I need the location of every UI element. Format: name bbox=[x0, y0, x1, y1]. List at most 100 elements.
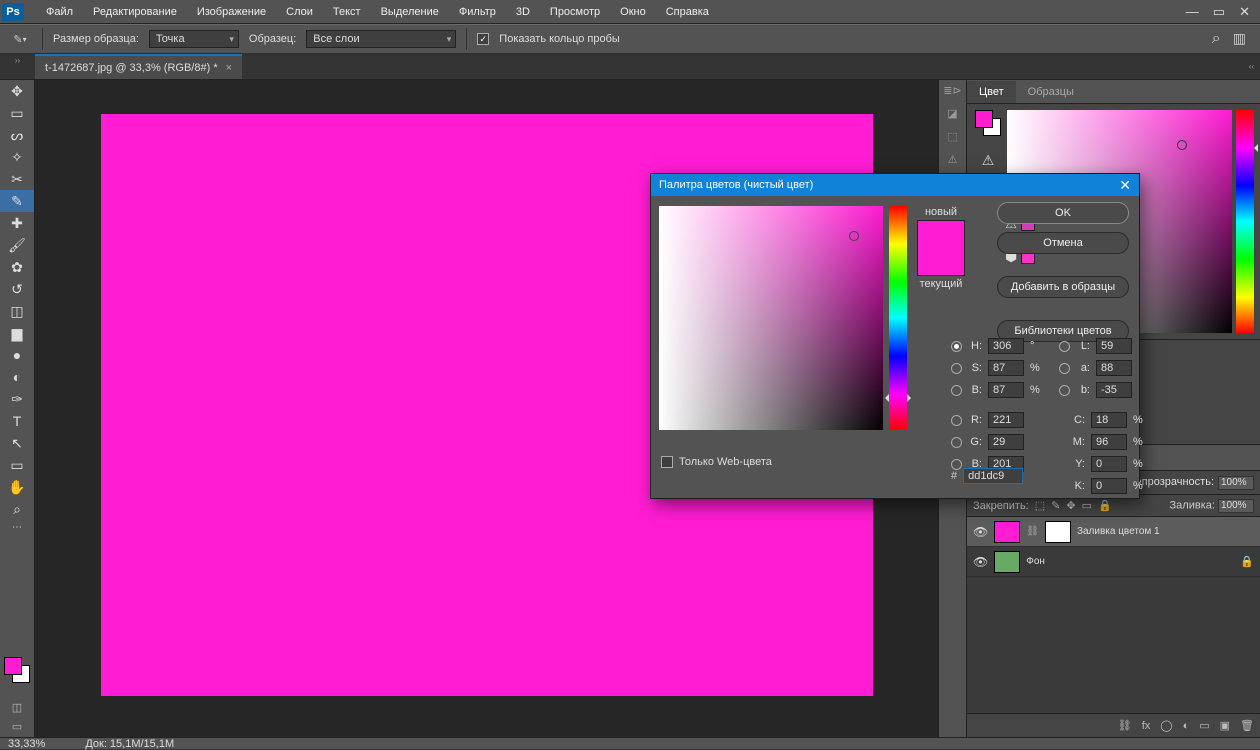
lasso-tool[interactable]: ᔕ bbox=[0, 124, 34, 146]
cancel-button[interactable]: Отмена bbox=[997, 232, 1129, 254]
lock-brush-icon[interactable]: ✎ bbox=[1051, 499, 1060, 512]
layer-name[interactable]: Фон bbox=[1026, 556, 1045, 567]
swatches-panel-icon[interactable]: ⬚ bbox=[947, 130, 957, 143]
clone-stamp-tool[interactable]: ✿ bbox=[0, 256, 34, 278]
menu-filter[interactable]: Фильтр bbox=[449, 6, 506, 18]
input-y[interactable] bbox=[1091, 456, 1127, 472]
menu-type[interactable]: Текст bbox=[323, 6, 371, 18]
opacity-input[interactable] bbox=[1218, 476, 1254, 490]
link-layers-icon[interactable]: ⛓ bbox=[1118, 719, 1132, 732]
layer-thumbnail[interactable] bbox=[994, 521, 1020, 543]
radio-l[interactable] bbox=[1059, 341, 1070, 352]
crop-tool[interactable]: ✂ bbox=[0, 168, 34, 190]
menu-edit[interactable]: Редактирование bbox=[83, 6, 187, 18]
mask-icon[interactable]: ◯ bbox=[1160, 719, 1172, 732]
sample-size-dropdown[interactable]: Точка bbox=[149, 30, 239, 48]
magic-wand-tool[interactable]: ✧ bbox=[0, 146, 34, 168]
history-brush-tool[interactable]: ↺ bbox=[0, 278, 34, 300]
healing-tool[interactable]: ✚ bbox=[0, 212, 34, 234]
layer-row[interactable]: 👁 Фон 🔒 bbox=[967, 547, 1260, 577]
menu-image[interactable]: Изображение bbox=[187, 6, 276, 18]
marquee-tool[interactable]: ▭ bbox=[0, 102, 34, 124]
zoom-level[interactable]: 33,33% bbox=[8, 738, 45, 750]
input-l[interactable] bbox=[1096, 338, 1132, 354]
radio-b[interactable] bbox=[951, 385, 962, 396]
dialog-close-icon[interactable]: ✕ bbox=[1119, 177, 1131, 194]
path-select-tool[interactable]: ↖ bbox=[0, 432, 34, 454]
eraser-tool[interactable]: ◫ bbox=[0, 300, 34, 322]
input-a[interactable] bbox=[1096, 360, 1132, 376]
panel-fg-bg-swatch[interactable] bbox=[975, 110, 1001, 136]
search-icon[interactable]: ⌕ bbox=[1212, 30, 1221, 48]
more-tools-icon[interactable]: ⋯ bbox=[0, 520, 34, 534]
input-g[interactable] bbox=[988, 434, 1024, 450]
link-icon[interactable]: ⛓ bbox=[1026, 526, 1039, 537]
input-lab-b[interactable] bbox=[1096, 382, 1132, 398]
adjustment-icon[interactable]: ◐ bbox=[1183, 720, 1190, 732]
layer-fx-icon[interactable]: fx bbox=[1142, 720, 1151, 732]
minimize-button[interactable]: — bbox=[1186, 4, 1199, 20]
lock-position-icon[interactable]: ✥ bbox=[1066, 499, 1075, 512]
radio-h[interactable] bbox=[951, 341, 962, 352]
menu-help[interactable]: Справка bbox=[656, 6, 719, 18]
menu-view[interactable]: Просмотр bbox=[540, 6, 610, 18]
history-panel-icon[interactable]: ◪ bbox=[947, 107, 957, 120]
input-r[interactable] bbox=[988, 412, 1024, 428]
radio-a[interactable] bbox=[1059, 363, 1070, 374]
maximize-button[interactable]: ▭ bbox=[1213, 4, 1225, 20]
fg-bg-swatch[interactable] bbox=[4, 657, 30, 683]
dialog-titlebar[interactable]: Палитра цветов (чистый цвет) ✕ bbox=[651, 174, 1139, 196]
show-ring-checkbox[interactable]: ✓ bbox=[477, 33, 489, 45]
panel-expand-icon[interactable]: ≣⊳ bbox=[943, 84, 961, 97]
mask-thumbnail[interactable] bbox=[1045, 521, 1071, 543]
info-panel-icon[interactable]: ⚠ bbox=[948, 153, 958, 166]
menu-select[interactable]: Выделение bbox=[371, 6, 449, 18]
new-layer-icon[interactable]: ▣ bbox=[1220, 719, 1230, 732]
picker-cursor[interactable] bbox=[849, 231, 859, 241]
quick-mask-icon[interactable]: ◫ bbox=[12, 701, 22, 714]
close-button[interactable]: ✕ bbox=[1239, 4, 1250, 20]
pen-tool[interactable]: ✑ bbox=[0, 388, 34, 410]
gradient-tool[interactable]: ▆ bbox=[0, 322, 34, 344]
input-c[interactable] bbox=[1091, 412, 1127, 428]
menu-3d[interactable]: 3D bbox=[506, 6, 540, 18]
move-tool[interactable]: ✥ bbox=[0, 80, 34, 102]
visibility-icon[interactable]: 👁 bbox=[973, 525, 988, 539]
screen-mode-icon[interactable]: ▭ bbox=[12, 720, 22, 733]
close-tab-icon[interactable]: × bbox=[226, 62, 232, 74]
fill-input[interactable] bbox=[1218, 499, 1254, 513]
sample-dropdown[interactable]: Все слои bbox=[306, 30, 456, 48]
hand-tool[interactable]: ✋ bbox=[0, 476, 34, 498]
lock-artboard-icon[interactable]: ▭ bbox=[1082, 499, 1092, 512]
hue-slider[interactable] bbox=[1236, 110, 1254, 333]
group-icon[interactable]: ▭ bbox=[1199, 719, 1209, 732]
hex-input[interactable] bbox=[963, 468, 1023, 484]
doc-size[interactable]: Док: 15,1M/15,1M bbox=[85, 738, 174, 750]
tab-color[interactable]: Цвет bbox=[967, 81, 1016, 103]
color-preview[interactable] bbox=[917, 220, 965, 276]
eyedropper-tool[interactable]: ✎ bbox=[0, 190, 34, 212]
radio-s[interactable] bbox=[951, 363, 962, 374]
menu-layers[interactable]: Слои bbox=[276, 6, 323, 18]
zoom-tool[interactable]: ⌕ bbox=[0, 498, 34, 520]
type-tool[interactable]: T bbox=[0, 410, 34, 432]
lock-all-icon[interactable]: 🔒 bbox=[1098, 499, 1112, 512]
dodge-tool[interactable]: ◐ bbox=[0, 366, 34, 388]
input-m[interactable] bbox=[1091, 434, 1127, 450]
foreground-swatch[interactable] bbox=[4, 657, 22, 675]
input-s[interactable] bbox=[988, 360, 1024, 376]
radio-r[interactable] bbox=[951, 415, 962, 426]
collapse-right-icon[interactable]: ‹‹ bbox=[1249, 54, 1260, 79]
radio-g[interactable] bbox=[951, 437, 962, 448]
collapse-left-icon[interactable]: ›› bbox=[0, 54, 35, 79]
layer-row[interactable]: 👁 ⛓ Заливка цветом 1 bbox=[967, 517, 1260, 547]
radio-lab-b[interactable] bbox=[1059, 385, 1070, 396]
gamut-warning-icon[interactable]: ⚠ bbox=[982, 152, 995, 169]
add-swatch-button[interactable]: Добавить в образцы bbox=[997, 276, 1129, 298]
blur-tool[interactable]: ● bbox=[0, 344, 34, 366]
layer-name[interactable]: Заливка цветом 1 bbox=[1077, 526, 1160, 537]
menu-file[interactable]: Файл bbox=[36, 6, 83, 18]
file-tab[interactable]: t-1472687.jpg @ 33,3% (RGB/8#) * × bbox=[35, 54, 242, 79]
input-h[interactable] bbox=[988, 338, 1024, 354]
picker-color-field[interactable] bbox=[659, 206, 883, 430]
